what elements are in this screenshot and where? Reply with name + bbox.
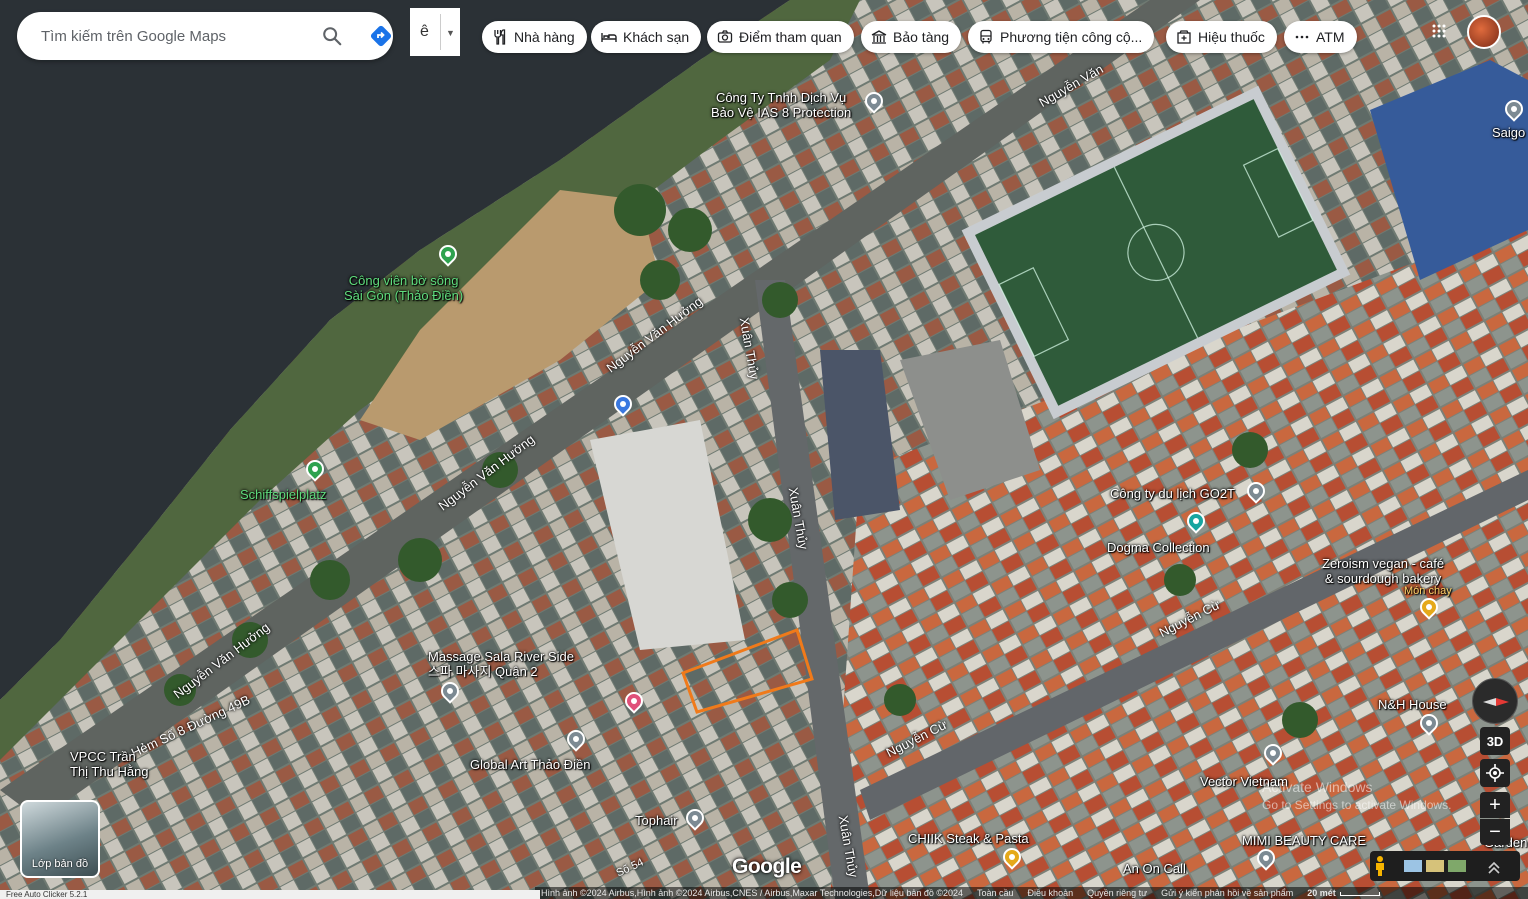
place-label-park[interactable]: Công viên bờ sông Sài Gòn (Thảo Điền)	[344, 273, 463, 303]
compass-icon	[1483, 698, 1509, 706]
chip-hotels[interactable]: Khách sạn	[591, 21, 702, 53]
place-label-vpcc[interactable]: VPCC Trần Thị Thu Hằng	[70, 749, 149, 779]
place-label-chiik[interactable]: CHIIK Steak & Pasta	[908, 831, 1029, 846]
chip-attractions[interactable]: Điểm tham quan	[707, 21, 854, 53]
bus-icon	[980, 29, 992, 44]
place-label-massage[interactable]: Massage Sala River Side 스파 마사지 Quận 2	[428, 649, 574, 679]
zoom-out-button[interactable]: −	[1480, 819, 1510, 845]
street-view-strip[interactable]	[1370, 851, 1520, 881]
place-label-tophair[interactable]: Tophair	[635, 813, 678, 828]
chevron-down-icon[interactable]: ▼	[446, 28, 455, 38]
chip-label: Nhà hàng	[514, 29, 575, 45]
place-label-dogma[interactable]: Dogma Collection	[1107, 540, 1210, 555]
chip-museums[interactable]: Bảo tàng	[861, 21, 962, 53]
chip-label: Điểm tham quan	[739, 29, 842, 45]
chip-label: Hiệu thuốc	[1198, 29, 1265, 45]
search-input[interactable]	[41, 27, 301, 45]
footer-link-privacy[interactable]: Quyền riêng tư	[1087, 888, 1147, 898]
locate-icon	[1486, 764, 1504, 782]
camera-icon	[717, 30, 733, 43]
3d-toggle-button[interactable]: 3D	[1480, 727, 1510, 755]
search-box[interactable]	[17, 12, 393, 60]
compass-button[interactable]	[1472, 678, 1518, 724]
windows-activation-watermark: Activate Windows Go to Settings to activ…	[1262, 778, 1451, 814]
pegman-icon[interactable]	[1372, 855, 1388, 877]
input-language-toggle[interactable]: ê ▼	[410, 8, 460, 56]
map-footer: Hình ảnh ©2024 Airbus,Hình ảnh ©2024 Air…	[535, 887, 1528, 899]
footer-link-terms[interactable]: Điều khoản	[1028, 888, 1074, 898]
google-logo: Google	[732, 855, 802, 878]
account-avatar[interactable]	[1467, 15, 1501, 49]
chip-label: Phương tiện công cộ...	[1000, 29, 1143, 45]
chip-restaurants[interactable]: Nhà hàng	[482, 21, 587, 53]
place-label-global-art[interactable]: Global Art Thảo Điền	[470, 757, 590, 772]
chip-label: Khách sạn	[623, 29, 690, 45]
chip-label: Bảo tàng	[893, 29, 950, 45]
imagery-thumbnails	[1404, 860, 1500, 874]
directions-icon[interactable]	[369, 24, 393, 48]
divider	[440, 14, 441, 50]
chip-atm[interactable]: ATM	[1284, 21, 1357, 53]
place-label-an-on-call[interactable]: An On Call	[1123, 861, 1186, 876]
apps-grid-icon[interactable]	[1432, 24, 1446, 38]
language-char: ê	[420, 23, 429, 40]
watermark-line: Go to Settings to activate Windows.	[1262, 798, 1452, 812]
layers-label: Lớp bản đồ	[31, 858, 89, 870]
my-location-button[interactable]	[1480, 759, 1510, 787]
fork-knife-icon	[494, 29, 506, 45]
chip-transit[interactable]: Phương tiện công cộ...	[968, 21, 1155, 53]
place-label-zeroism[interactable]: Zeroism vegan - café & sourdough bakery	[1322, 556, 1444, 586]
pharmacy-icon	[1177, 30, 1191, 44]
footer-link-global[interactable]: Toàn cầu	[977, 888, 1014, 898]
scale-label[interactable]: 20 mét	[1307, 888, 1380, 898]
satellite-map[interactable]: Nguyễn Văn Hưởng Nguyễn Văn Hưởng Nguyễn…	[0, 0, 1528, 899]
footer-link-feedback[interactable]: Gửi ý kiến phản hồi về sản phẩm	[1161, 888, 1293, 898]
place-label-schiffspielplatz[interactable]: Schiffspielplatz	[240, 487, 326, 502]
chip-pharmacy[interactable]: Hiệu thuốc	[1166, 21, 1277, 53]
museum-icon	[871, 30, 887, 44]
layers-button[interactable]: Lớp bản đồ	[20, 800, 100, 878]
chip-label: ATM	[1316, 29, 1345, 45]
map-imagery	[0, 0, 1528, 899]
place-label-ias8[interactable]: Công Ty Tnhh Dịch Vụ Bảo Vệ IAS 8 Protec…	[711, 90, 851, 120]
atm-icon	[1295, 35, 1309, 39]
bed-icon	[601, 33, 617, 42]
place-label-go2t[interactable]: Công ty du lịch GO2T	[1110, 486, 1235, 501]
watermark-line: Activate Windows	[1262, 779, 1373, 795]
taskbar-window-title[interactable]: Free Auto Clicker 5.2.1	[0, 890, 540, 899]
scale-bar	[1339, 892, 1380, 896]
place-label-nh-house[interactable]: N&H House	[1378, 697, 1447, 712]
place-label-saigo[interactable]: Saigo	[1492, 125, 1525, 140]
attribution-text: Hình ảnh ©2024 Airbus,Hình ảnh ©2024 Air…	[541, 888, 964, 898]
place-label-mimi[interactable]: MIMI BEAUTY CARE	[1242, 833, 1366, 848]
search-icon[interactable]	[321, 25, 343, 47]
zoom-in-button[interactable]: +	[1480, 792, 1510, 818]
